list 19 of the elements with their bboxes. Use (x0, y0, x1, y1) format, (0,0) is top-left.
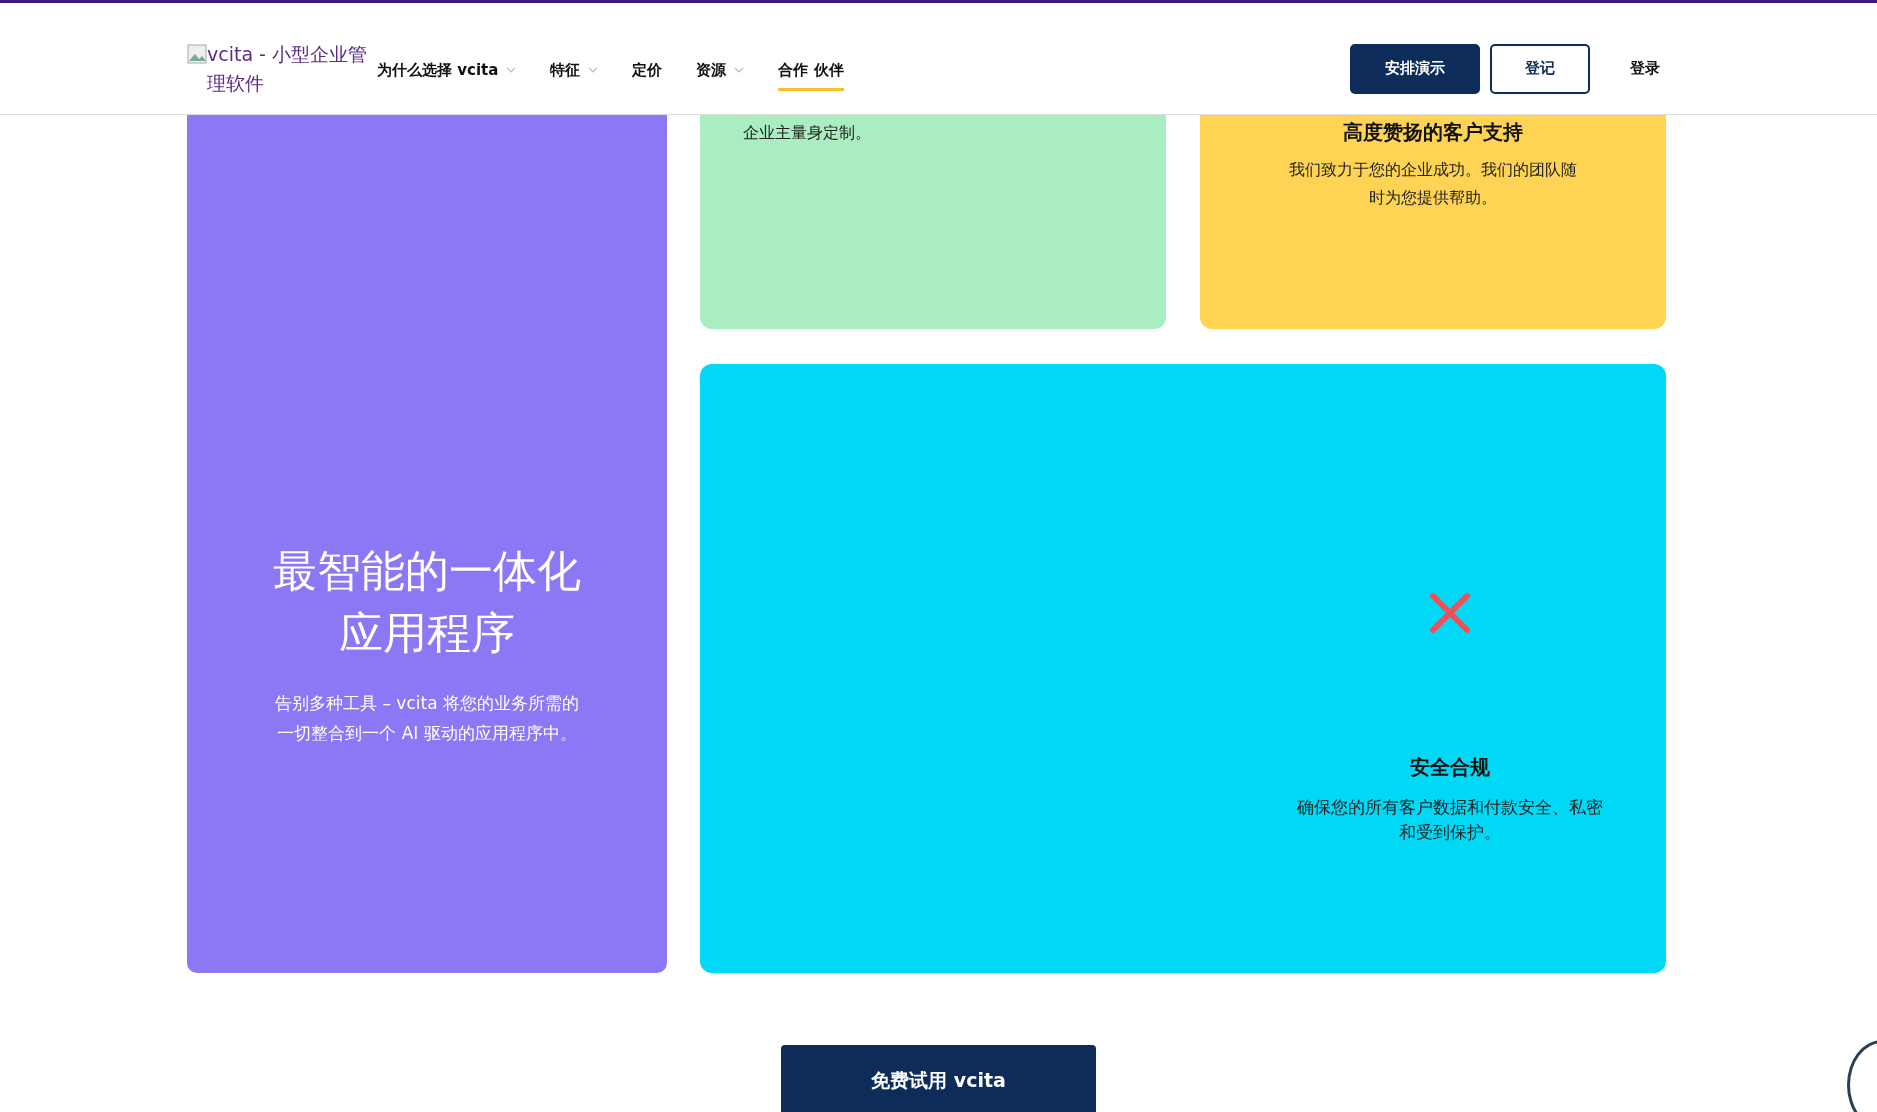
close-icon (1428, 592, 1471, 634)
free-trial-button[interactable]: 免费试用 vcita (781, 1045, 1096, 1112)
login-button[interactable]: 登录 (1600, 43, 1690, 94)
card-title: 安全合规 (1409, 754, 1490, 781)
nav-link[interactable]: 特征 (550, 52, 599, 91)
nav-link[interactable]: 资源 (696, 52, 745, 91)
broken-image-icon (187, 43, 207, 64)
card-title: 高度赞扬的客户支持 (1343, 119, 1523, 146)
signup-button[interactable]: 登记 (1490, 43, 1590, 94)
hero-text: 告别多种工具 – vcita 将您的业务所需的一切整合到一个 AI 驱动的应用程序中。 (274, 692, 580, 745)
hero-title: 最智能的一体化应用程序 (272, 544, 582, 660)
demo-button[interactable]: 安排演示 (1350, 43, 1480, 94)
card-text: 我们致力于您的企业成功。我们的团队随时为您提供帮助。 (1288, 159, 1578, 209)
card-text: 确保您的所有客户数据和付款安全、私密和受到保护。 (1295, 796, 1604, 844)
card-text: 企业主量身定制。 (743, 122, 872, 144)
nav-link[interactable]: 合作 伙伴 (778, 52, 844, 91)
logo-link[interactable]: vcita - 小型企业管理软件 (187, 39, 377, 98)
nav-link[interactable]: 为什么选择 vcita (377, 52, 517, 91)
nav-link[interactable]: 定价 (632, 52, 663, 91)
